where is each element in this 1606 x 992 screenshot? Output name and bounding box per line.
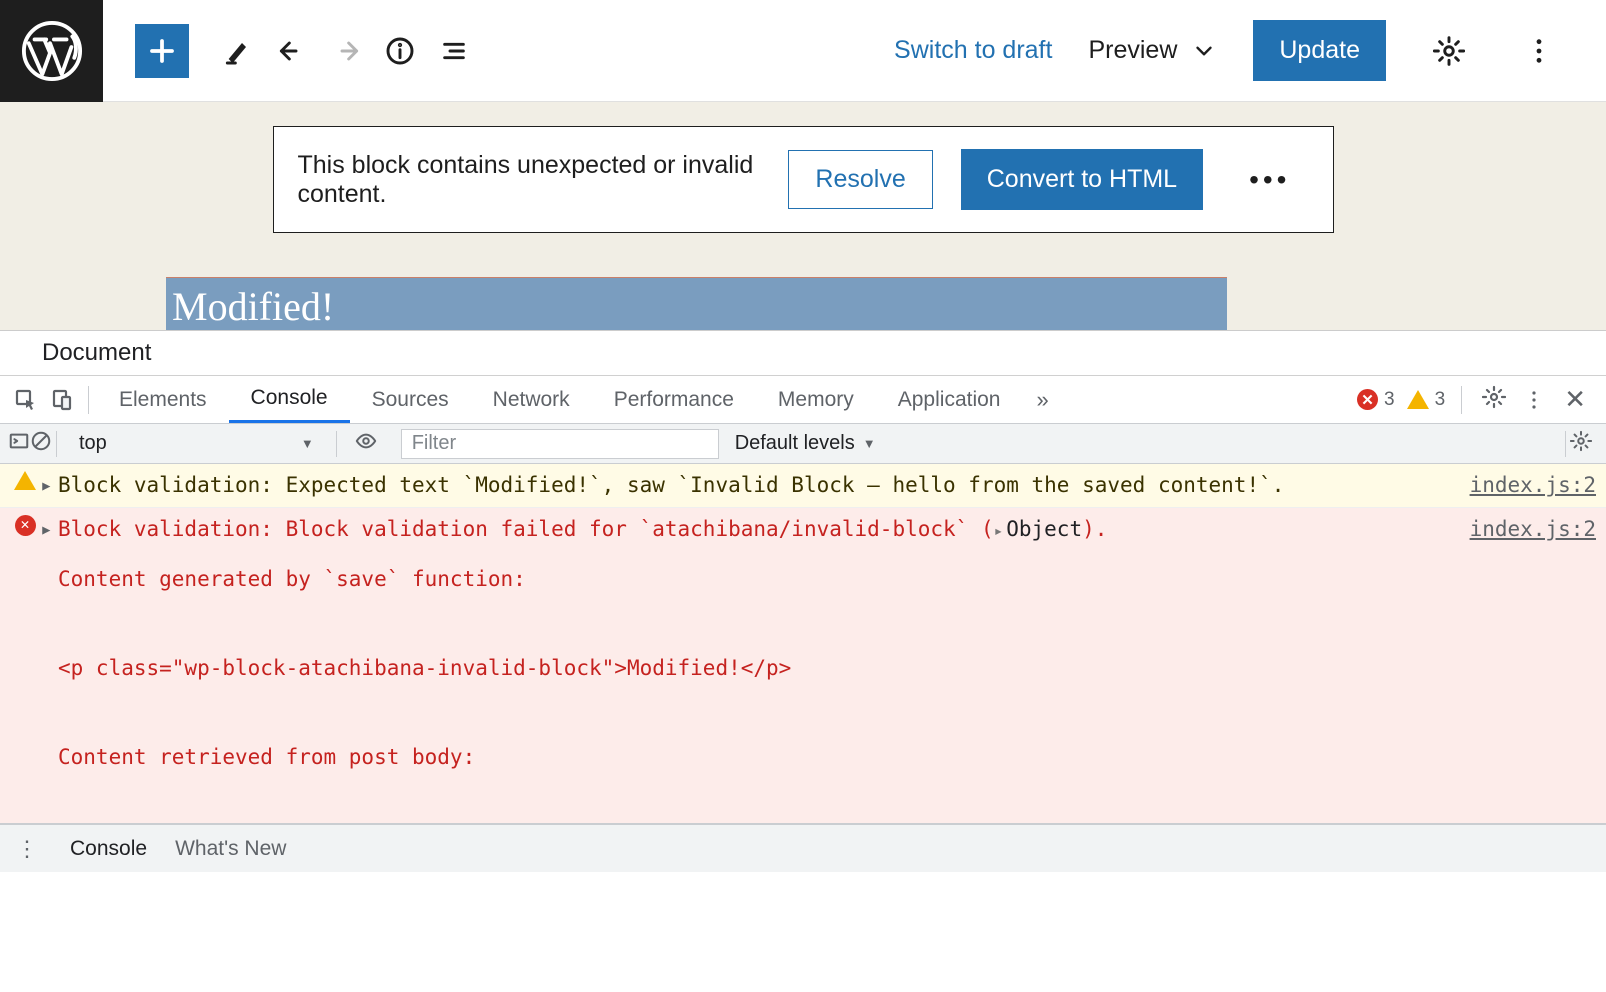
error-count-badge[interactable]: ✕3 bbox=[1351, 389, 1401, 411]
log-levels-dropdown[interactable]: Default levels▼ bbox=[735, 432, 876, 455]
settings-button[interactable] bbox=[1422, 24, 1476, 78]
object-ref[interactable]: Object bbox=[994, 517, 1083, 541]
selected-block-content[interactable]: Modified! bbox=[166, 277, 1227, 330]
console-toolbar: top ▼ Filter Default levels▼ bbox=[0, 424, 1606, 464]
tab-sources[interactable]: Sources bbox=[350, 376, 471, 423]
console-row[interactable]: ✕▸Block validation: Block validation fai… bbox=[0, 508, 1606, 824]
preview-label: Preview bbox=[1088, 36, 1177, 65]
convert-to-html-button[interactable]: Convert to HTML bbox=[961, 149, 1203, 210]
devtools-settings-icon[interactable] bbox=[1472, 385, 1516, 415]
editor-topbar: Switch to draft Preview Update bbox=[0, 0, 1606, 102]
device-toggle-icon[interactable] bbox=[44, 388, 80, 412]
tab-memory[interactable]: Memory bbox=[756, 376, 876, 423]
devtools-kebab-icon[interactable] bbox=[1516, 388, 1552, 412]
preview-dropdown[interactable]: Preview bbox=[1088, 36, 1217, 65]
outline-button[interactable] bbox=[427, 24, 481, 78]
expand-caret-icon[interactable]: ▸ bbox=[40, 513, 58, 824]
warning-count-badge[interactable]: 3 bbox=[1401, 389, 1452, 411]
editor-canvas: This block contains unexpected or invali… bbox=[0, 102, 1606, 330]
toolbar-left bbox=[103, 24, 481, 78]
console-message: Block validation: Expected text `Modifie… bbox=[58, 469, 1416, 502]
devtools-tabs: Elements Console Sources Network Perform… bbox=[0, 376, 1606, 424]
update-button[interactable]: Update bbox=[1253, 20, 1386, 81]
warning-icon bbox=[14, 471, 36, 490]
devtools-drawer-tabs: ⋮ Console What's New bbox=[0, 824, 1606, 872]
divider bbox=[56, 431, 57, 457]
tabs-overflow-icon[interactable]: » bbox=[1022, 387, 1062, 413]
wp-logo[interactable] bbox=[0, 0, 103, 102]
levels-label: Default levels bbox=[735, 432, 855, 455]
tab-performance[interactable]: Performance bbox=[592, 376, 756, 423]
tab-console[interactable]: Console bbox=[229, 376, 350, 423]
redo-button[interactable] bbox=[319, 24, 373, 78]
divider bbox=[1565, 431, 1566, 457]
live-expression-icon[interactable] bbox=[341, 430, 391, 458]
edit-mode-button[interactable] bbox=[211, 24, 265, 78]
more-options-button[interactable] bbox=[1512, 24, 1566, 78]
switch-to-draft-link[interactable]: Switch to draft bbox=[894, 36, 1052, 65]
error-body: Content generated by `save` function: <p… bbox=[58, 563, 1416, 824]
drawer-tab-console[interactable]: Console bbox=[70, 837, 147, 861]
error-icon: ✕ bbox=[15, 515, 36, 536]
console-output: ▸Block validation: Expected text `Modifi… bbox=[0, 464, 1606, 824]
devtools-document-label: Document bbox=[0, 331, 1606, 376]
console-settings-icon[interactable] bbox=[1570, 430, 1592, 458]
add-block-button[interactable] bbox=[135, 24, 189, 78]
context-label: top bbox=[79, 432, 107, 455]
tab-elements[interactable]: Elements bbox=[97, 376, 229, 423]
drawer-tab-whatsnew[interactable]: What's New bbox=[175, 837, 286, 861]
divider bbox=[336, 431, 337, 457]
devtools-close-icon[interactable]: ✕ bbox=[1552, 384, 1598, 415]
toolbar-right: Switch to draft Preview Update bbox=[894, 0, 1606, 101]
tab-network[interactable]: Network bbox=[471, 376, 592, 423]
error-count: 3 bbox=[1384, 389, 1395, 411]
execution-context-dropdown[interactable]: top ▼ bbox=[61, 432, 332, 455]
block-warning-message: This block contains unexpected or invali… bbox=[298, 151, 761, 209]
filter-input[interactable]: Filter bbox=[401, 429, 719, 459]
info-button[interactable] bbox=[373, 24, 427, 78]
resolve-button[interactable]: Resolve bbox=[788, 150, 932, 209]
console-row[interactable]: ▸Block validation: Expected text `Modifi… bbox=[0, 464, 1606, 508]
inspect-element-icon[interactable] bbox=[8, 388, 44, 412]
clear-console-icon[interactable] bbox=[30, 430, 52, 458]
console-message: Block validation: Block validation faile… bbox=[58, 513, 1416, 824]
console-sidebar-toggle-icon[interactable] bbox=[8, 430, 30, 458]
devtools-panel: Document Elements Console Sources Networ… bbox=[0, 330, 1606, 872]
undo-button[interactable] bbox=[265, 24, 319, 78]
divider bbox=[88, 386, 89, 414]
expand-caret-icon[interactable]: ▸ bbox=[40, 469, 58, 502]
divider bbox=[1461, 386, 1462, 414]
source-link[interactable]: index.js:2 bbox=[1416, 469, 1596, 502]
chevron-down-icon bbox=[1191, 38, 1217, 64]
block-warning-panel: This block contains unexpected or invali… bbox=[273, 126, 1334, 233]
source-link[interactable]: index.js:2 bbox=[1416, 513, 1596, 824]
tab-application[interactable]: Application bbox=[876, 376, 1023, 423]
block-more-options[interactable]: ••• bbox=[1231, 164, 1308, 196]
warning-count: 3 bbox=[1435, 389, 1446, 411]
drawer-kebab-icon[interactable]: ⋮ bbox=[12, 836, 42, 862]
